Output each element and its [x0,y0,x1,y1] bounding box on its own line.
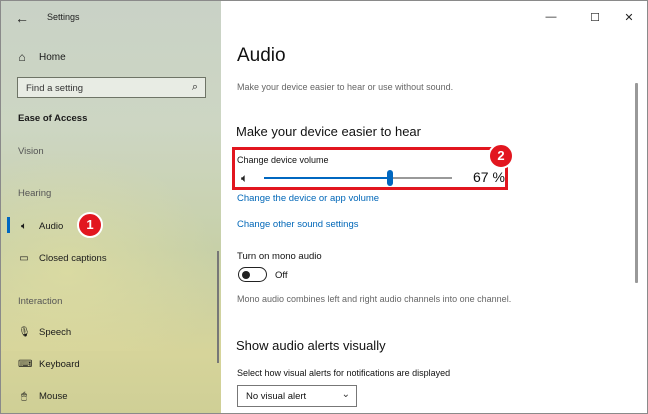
group-label-vision: Vision [18,146,44,157]
page-description: Make your device easier to hear or use w… [237,82,454,92]
sidebar-item-keyboard[interactable]: ⌨ Keyboard [18,355,80,373]
home-icon: ⌂ [18,50,26,64]
sidebar-item-label: Closed captions [39,252,107,264]
group-label-interaction: Interaction [18,296,63,307]
sidebar-scrollbar[interactable] [217,251,219,363]
section-heading-alerts: Show audio alerts visually [236,338,386,353]
content-pane: — ☐ ✕ Audio Make your device easier to h… [221,1,647,413]
title-bar: ← Settings [1,1,221,35]
active-indicator [7,217,10,233]
search-icon[interactable]: ⌕ [192,81,198,94]
group-label-hearing: Hearing [18,188,52,199]
maximize-icon[interactable]: ☐ [585,11,605,24]
search-input[interactable]: Find a setting ⌕ [17,77,206,98]
sidebar-item-home[interactable]: ⌂ Home [15,48,66,66]
visual-alert-dropdown[interactable]: No visual alert ⌄ [237,385,357,407]
annotation-badge-1: 1 [77,212,103,238]
sidebar-item-label: Speech [39,326,72,338]
microphone-icon: 🎙︎ [18,326,31,338]
mouse-icon: 🖱︎ [21,390,27,402]
minimize-icon[interactable]: — [541,11,561,23]
close-icon[interactable]: ✕ [619,11,639,24]
sidebar-item-label: Audio [39,220,64,232]
toggle-knob [242,270,250,279]
dropdown-selected-value: No visual alert [246,391,307,402]
annotation-badge-2: 2 [488,143,514,169]
sidebar-item-closed-captions[interactable]: ▭ Closed captions [18,249,107,267]
sidebar-item-mouse[interactable]: 🖱︎ Mouse [18,387,68,405]
captions-icon: ▭ [19,252,29,264]
mono-audio-label: Turn on mono audio [237,251,322,262]
search-placeholder: Find a setting [26,83,84,94]
mono-audio-toggle[interactable] [238,267,267,282]
link-other-sound-settings[interactable]: Change other sound settings [237,219,358,230]
mono-audio-description: Mono audio combines left and right audio… [237,294,512,304]
speaker-icon: 🔈︎ [21,220,27,232]
page-title: Audio [237,45,286,66]
sidebar-item-audio[interactable]: 🔈︎ Audio [18,217,63,235]
visual-alerts-label: Select how visual alerts for notificatio… [237,368,451,378]
keyboard-icon: ⌨ [18,358,33,370]
content-scrollbar[interactable] [635,83,638,283]
chevron-down-icon: ⌄ [341,389,350,400]
sidebar: ← Settings ⌂ Home Find a setting ⌕ Ease … [1,1,221,413]
toggle-state-text: Off [275,270,288,281]
section-heading-hear: Make your device easier to hear [236,124,421,139]
section-title: Ease of Access [18,113,88,124]
app-title: Settings [47,12,80,22]
sidebar-item-label: Keyboard [39,358,80,370]
settings-window: ← Settings ⌂ Home Find a setting ⌕ Ease … [0,0,648,414]
sidebar-item-label: Mouse [39,390,68,402]
link-device-app-volume[interactable]: Change the device or app volume [237,193,379,204]
sidebar-item-speech[interactable]: 🎙︎ Speech [18,323,71,341]
back-arrow-icon[interactable]: ← [13,10,31,26]
annotation-highlight-box [232,147,508,190]
sidebar-item-label: Home [39,51,66,63]
